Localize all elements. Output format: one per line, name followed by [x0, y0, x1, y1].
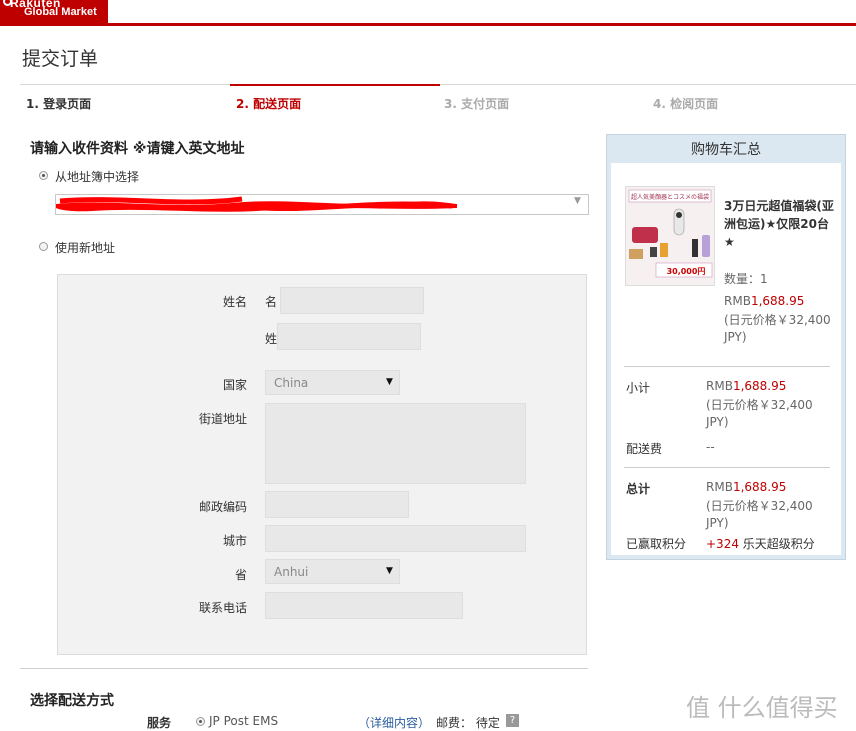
first-name-label: 名: [265, 295, 278, 309]
points-label: 已赢取积分: [626, 537, 687, 551]
radio-new-address[interactable]: [39, 242, 48, 251]
active-step-indicator: [230, 84, 440, 86]
shipping-fee-value: --: [706, 440, 715, 454]
product-image[interactable]: 超人気美顔器とコスメの福袋 30,000円: [625, 186, 715, 286]
top-bar: [0, 0, 856, 26]
rakuten-logo[interactable]: Rakuten Global Market: [0, 0, 108, 26]
total-jpy: (日元价格￥32,400 JPY): [706, 499, 813, 530]
subtotal-jpy: (日元价格￥32,400 JPY): [706, 398, 813, 429]
logo-line2: Global Market: [24, 6, 97, 18]
details-link[interactable]: （详细内容）: [358, 714, 430, 731]
redaction-scribble: [56, 196, 457, 212]
shipping-fee-label: 配送费: [626, 442, 663, 456]
page-title: 提交订单: [22, 48, 99, 70]
site-watermark: 值 什么值得买: [686, 694, 838, 722]
phone-input[interactable]: [265, 592, 463, 619]
province-label: 省: [234, 568, 247, 582]
address-section-title: 请输入收件资料 ※请键入英文地址: [30, 141, 245, 157]
street-textarea[interactable]: [265, 403, 526, 484]
name-label: 姓名: [222, 295, 247, 309]
city-input[interactable]: [265, 525, 526, 552]
chevron-down-icon[interactable]: ▼: [574, 196, 581, 206]
shipping-divider: [20, 668, 588, 669]
shipping-fee-text: 邮费： 待定: [436, 716, 500, 730]
step-payment: 3. 支付页面: [444, 97, 510, 111]
product-name[interactable]: 3万日元超值福袋(亚洲包运)★仅限20台★: [724, 197, 834, 251]
street-label: 街道地址: [198, 412, 247, 426]
chevron-down-icon[interactable]: ▼: [386, 377, 393, 387]
country-label: 国家: [222, 378, 247, 392]
shipping-section-title: 选择配送方式: [30, 693, 114, 709]
product-jpy-price: (日元价格￥32,400 JPY): [724, 313, 831, 344]
last-name-label: 姓: [265, 332, 278, 346]
subtotal-label: 小计: [626, 381, 651, 395]
cart-divider: [624, 467, 830, 468]
chevron-down-icon[interactable]: ▼: [386, 566, 393, 576]
radio-address-book[interactable]: [39, 171, 48, 180]
first-name-input[interactable]: [280, 287, 424, 314]
radio-ems[interactable]: [196, 717, 205, 726]
province-value: Anhui: [274, 565, 309, 579]
zip-label: 邮政编码: [198, 500, 247, 514]
country-select[interactable]: China: [265, 370, 400, 395]
step-review: 4. 检阅页面: [653, 97, 719, 111]
service-label: 服务: [147, 716, 172, 730]
country-value: China: [274, 376, 309, 390]
city-label: 城市: [222, 534, 247, 548]
total-value: RMB1,688.95: [706, 480, 787, 494]
province-select[interactable]: Anhui: [265, 559, 400, 584]
product-thumbnail-art: 超人気美顔器とコスメの福袋 30,000円: [626, 187, 714, 285]
product-price: RMB1,688.95: [724, 294, 805, 308]
product-image-title: 超人気美顔器とコスメの福袋: [631, 193, 709, 201]
product-quantity: 数量：1: [724, 272, 768, 286]
points-value: +324 乐天超级积分: [706, 537, 815, 551]
help-icon[interactable]: ?: [506, 714, 519, 727]
ems-option-label[interactable]: JP Post EMS: [209, 714, 278, 728]
cart-summary-title: 购物车汇总: [691, 142, 761, 158]
step-login: 1. 登录页面: [26, 97, 92, 111]
subtotal-value: RMB1,688.95: [706, 379, 787, 393]
product-image-price: 30,000円: [667, 267, 706, 276]
total-label: 总计: [626, 482, 651, 496]
cart-divider: [624, 366, 830, 367]
step-shipping: 2. 配送页面: [236, 97, 302, 111]
phone-label: 联系电话: [198, 601, 247, 615]
radio-new-address-label[interactable]: 使用新地址: [55, 239, 115, 256]
last-name-input[interactable]: [277, 323, 421, 350]
zip-input[interactable]: [265, 491, 409, 518]
radio-address-book-label[interactable]: 从地址簿中选择: [55, 168, 139, 185]
